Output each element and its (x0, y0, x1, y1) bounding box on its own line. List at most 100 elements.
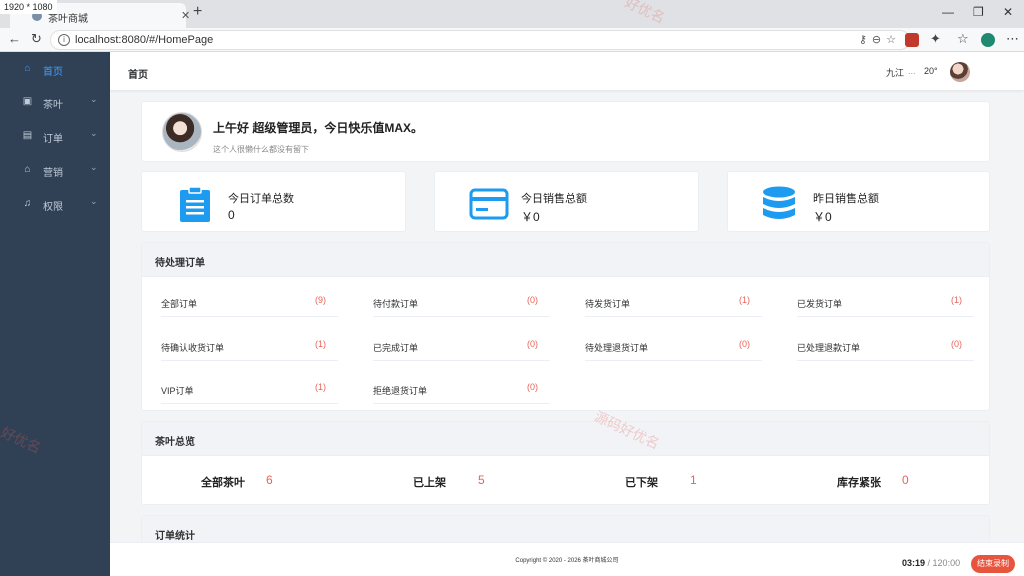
order-count: (1) (315, 339, 326, 349)
maximize-icon[interactable]: ❐ (973, 5, 984, 19)
sidebar-item-label: 首页 (43, 67, 63, 78)
database-icon (763, 186, 795, 219)
panel-title: 订单统计 (155, 531, 195, 542)
order-item-completed[interactable]: 已完成订单 (0) (373, 336, 550, 361)
profile-icon[interactable] (981, 33, 995, 47)
tea-overview-value[interactable]: 5 (478, 473, 485, 487)
order-label: 拒绝退货订单 (373, 386, 428, 396)
shop-icon: ⌂ (24, 164, 31, 175)
extensions-puzzle-icon[interactable]: ✦ (930, 31, 941, 47)
weather-icon: ... (908, 66, 916, 76)
tea-overview-label: 已上架 (413, 477, 446, 489)
breadcrumb[interactable]: 首页 (128, 66, 148, 81)
more-menu-icon[interactable]: ⋯ (1006, 31, 1019, 47)
order-item-pending-returns[interactable]: 待处理退货订单 (0) (585, 336, 762, 361)
site-info-icon[interactable]: i (58, 34, 70, 46)
order-count: (9) (315, 295, 326, 305)
order-count: (0) (527, 382, 538, 392)
sidebar-item-label: 权限 (43, 202, 63, 213)
stat-label: 昨日销售总额 (813, 193, 879, 205)
stat-label: 今日销售总额 (521, 193, 587, 205)
pending-orders-panel: 待处理订单 全部订单 (9) 待付款订单 (0) 待发货订单 (1) 已发货订单… (141, 242, 990, 411)
panel-title: 待处理订单 (155, 258, 205, 269)
order-label: VIP订单 (161, 386, 194, 396)
new-tab-button[interactable]: + (193, 3, 202, 21)
order-count: (0) (527, 339, 538, 349)
welcome-card: 上午好 超级管理员，今日快乐值MAX。 这个人很懒什么都没有留下 (141, 101, 990, 162)
order-item-refunded[interactable]: 已处理退款订单 (0) (797, 336, 974, 361)
tea-overview-value[interactable]: 1 (690, 473, 697, 487)
panel-header: 茶叶总览 (142, 422, 989, 456)
sidebar: ⌂ 首页 ▣ 茶叶 ⌄ ▤ 订单 ⌄ ⌂ 营销 ⌄ ♫ 权限 ⌄ (0, 52, 110, 576)
order-label: 待处理退货订单 (585, 343, 649, 353)
order-item-pending-payment[interactable]: 待付款订单 (0) (373, 292, 550, 317)
copyright-text: Copyright © 2020 - 2026 茶叶商城公司 (515, 558, 619, 564)
order-count: (1) (739, 295, 750, 305)
chevron-down-icon: ⌄ (90, 196, 98, 206)
recording-elapsed: 03:19 (902, 558, 926, 568)
stat-value: ￥0 (813, 210, 832, 224)
credit-card-icon (469, 188, 509, 220)
top-navbar: 首页 九江 ... 20° (110, 52, 1024, 90)
order-label: 已发货订单 (797, 299, 843, 309)
order-count: (1) (315, 382, 326, 392)
order-count: (1) (951, 295, 962, 305)
resolution-label: 1920 * 1080 (0, 0, 57, 14)
order-item-vip[interactable]: VIP订单 (1) (161, 379, 338, 404)
order-label: 待付款订单 (373, 299, 419, 309)
tea-overview-label: 已下架 (625, 477, 658, 489)
sidebar-item-label: 茶叶 (43, 100, 63, 111)
welcome-greeting: 上午好 超级管理员，今日快乐值MAX。 (213, 121, 424, 135)
chevron-down-icon: ⌄ (90, 128, 98, 138)
sidebar-item-label: 订单 (43, 134, 63, 145)
url-action-icons[interactable]: ⚷⊖☆ (859, 33, 901, 46)
tea-overview-panel: 茶叶总览 全部茶叶 6 已上架 5 已下架 1 库存紧张 0 (141, 421, 990, 505)
minimize-icon[interactable]: — (942, 5, 954, 19)
back-icon[interactable]: ← (8, 31, 21, 46)
sidebar-item-home[interactable]: ⌂ 首页 (0, 53, 110, 87)
sidebar-item-label: 营销 (43, 168, 63, 179)
recording-total: / 120:00 (927, 558, 961, 568)
browser-tab-bar: 1920 * 1080 茶叶商城 ✕ + — ❐ ✕ (0, 0, 1024, 28)
sidebar-item-orders[interactable]: ▤ 订单 ⌄ (0, 120, 110, 154)
close-window-icon[interactable]: ✕ (1003, 5, 1013, 19)
sidebar-item-marketing[interactable]: ⌂ 营销 ⌄ (0, 154, 110, 188)
tea-overview-value[interactable]: 6 (266, 473, 273, 487)
tea-overview-label: 库存紧张 (837, 477, 881, 489)
chevron-down-icon: ⌄ (90, 162, 98, 172)
tab-close-icon[interactable]: ✕ (181, 9, 190, 22)
sidebar-item-permissions[interactable]: ♫ 权限 ⌄ (0, 188, 110, 222)
avatar (162, 112, 202, 152)
sidebar-item-tea[interactable]: ▣ 茶叶 ⌄ (0, 86, 110, 120)
stat-card-yesterday-sales: 昨日销售总额 ￥0 (727, 171, 990, 232)
order-label: 已处理退款订单 (797, 343, 861, 353)
stat-card-today-orders: 今日订单总数 0 (141, 171, 406, 232)
chevron-down-icon: ⌄ (90, 94, 98, 104)
order-item-shipped[interactable]: 已发货订单 (1) (797, 292, 974, 317)
welcome-signature: 这个人很懒什么都没有留下 (213, 145, 309, 154)
clipboard-icon (180, 187, 210, 222)
order-item-pending-receipt[interactable]: 待确认收货订单 (1) (161, 336, 338, 361)
stat-value: ￥0 (521, 210, 540, 224)
bag-icon: ▣ (22, 96, 33, 107)
footer: Copyright © 2020 - 2026 茶叶商城公司 03:19 / 1… (110, 542, 1024, 576)
order-label: 已完成订单 (373, 343, 419, 353)
stat-card-today-sales: 今日销售总额 ￥0 (434, 171, 699, 232)
order-item-pending-shipment[interactable]: 待发货订单 (1) (585, 292, 762, 317)
url-input[interactable]: i localhost:8080/#/HomePage ⚷⊖☆ (50, 30, 910, 50)
stat-label: 今日订单总数 (228, 193, 294, 205)
order-item-rejected-returns[interactable]: 拒绝退货订单 (0) (373, 379, 550, 404)
favorites-icon[interactable]: ☆ (957, 31, 969, 47)
tea-overview-value[interactable]: 0 (902, 473, 909, 487)
order-label: 待确认收货订单 (161, 343, 225, 353)
extension-icon[interactable] (905, 33, 919, 47)
clipboard-icon: ▤ (22, 130, 33, 141)
weather-temperature: 20° (924, 66, 938, 76)
order-count: (0) (527, 295, 538, 305)
avatar[interactable] (950, 62, 970, 82)
recording-timer: 03:19 / 120:00 (902, 558, 960, 568)
end-recording-button[interactable]: 结束录制 (971, 555, 1015, 573)
order-item-all[interactable]: 全部订单 (9) (161, 292, 338, 317)
reload-icon[interactable]: ↻ (31, 31, 42, 47)
order-label: 全部订单 (161, 299, 198, 309)
